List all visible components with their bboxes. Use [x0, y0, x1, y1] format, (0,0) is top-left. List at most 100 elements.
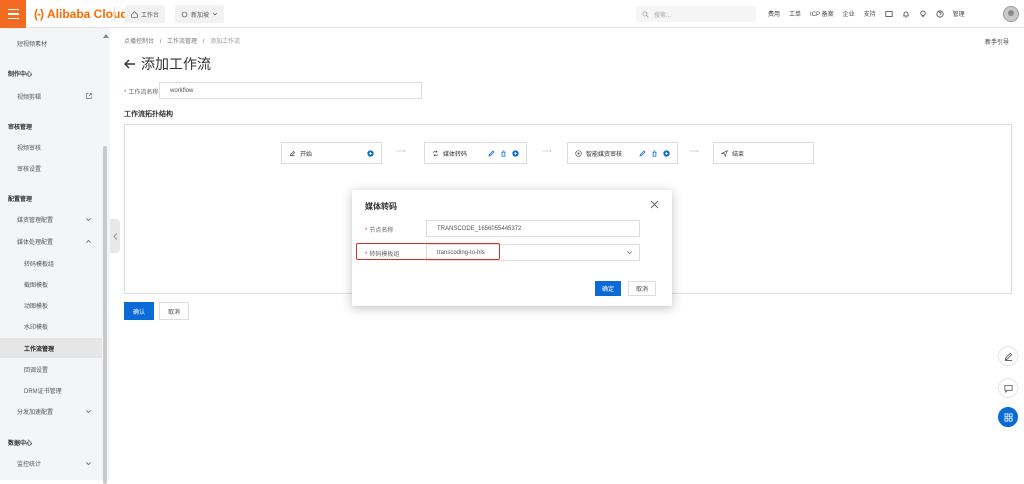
sidebar-item[interactable]: 工作流管理: [0, 338, 102, 358]
bell-icon[interactable]: [902, 10, 910, 18]
sidebar-item-label: 水印模板: [24, 324, 49, 331]
breadcrumb-console[interactable]: 点播控制台: [124, 39, 154, 45]
sidebar-item[interactable]: 回调设置: [0, 359, 102, 379]
sidebar: 短视频素材制作中心视频剪辑审核管理视频审核审核设置配置管理 媒资管理配置媒体处理配…: [0, 28, 110, 484]
sidebar-item-label: DRM证书管理: [24, 388, 62, 395]
logo-mark-icon: (-): [34, 7, 44, 21]
sidebar-item-label: 数据中心: [8, 440, 33, 447]
sidebar-item-label: 监控统计: [17, 461, 42, 468]
workflow-name-label: * 工作流名称: [124, 90, 159, 96]
sidebar-item[interactable]: 水印模板: [0, 316, 102, 336]
sidebar-item[interactable]: 视频剪辑: [0, 86, 102, 106]
beginner-guide-link[interactable]: 新手引导: [985, 37, 1009, 46]
chat-button[interactable]: [998, 378, 1018, 398]
back-arrow-icon[interactable]: [124, 59, 136, 69]
highlight-annotation: [356, 243, 500, 260]
breadcrumb-workflow-management[interactable]: 工作流管理: [167, 39, 197, 45]
node-name-input[interactable]: TRANSCODE_1656055445372: [426, 220, 640, 237]
audit-icon: [575, 149, 582, 157]
add-node-icon[interactable]: [512, 149, 519, 157]
sidebar-item-label: 短视频素材: [17, 41, 48, 48]
chevron-down-icon: [212, 12, 218, 16]
dialog-cancel-button[interactable]: 取消: [628, 281, 656, 296]
sidebar-item[interactable]: 分发加速配置: [0, 401, 102, 421]
sidebar-item-label: 工作流管理: [24, 346, 55, 353]
region-selector[interactable]: 新加坡: [175, 5, 225, 23]
confirm-button[interactable]: 确认: [124, 302, 154, 320]
breadcrumb-current: 添加工作流: [210, 39, 241, 45]
sidebar-item-label: 转码模板组: [24, 261, 55, 268]
billing-link[interactable]: 费用: [768, 9, 780, 18]
sidebar-item[interactable]: 截图模板: [0, 274, 102, 294]
breadcrumb: 点播控制台 / 工作流管理 / 添加工作流: [124, 39, 241, 45]
scroll-up-icon[interactable]: [103, 34, 109, 38]
top-links: 费用 工单 ICP 备案 企业 支持 管理: [768, 9, 965, 18]
topology-title: 工作流拓扑结构: [124, 111, 173, 118]
avatar[interactable]: [1003, 6, 1019, 22]
edit-start-icon: [290, 150, 296, 156]
workbench-button[interactable]: 工作台: [125, 5, 166, 23]
sidebar-item[interactable]: 转码模板组: [0, 253, 102, 273]
dialog-title: 媒体转码: [365, 202, 397, 211]
sidebar-item-label: 审核管理: [8, 124, 33, 131]
help-icon[interactable]: [936, 9, 944, 18]
chevron-left-icon: [112, 232, 117, 240]
node-name-label: * 节点名称: [365, 228, 394, 234]
node-smart-audit[interactable]: 智能媒资审核: [567, 142, 678, 164]
sidebar-item: 数据中心: [0, 432, 102, 452]
edit-icon[interactable]: [639, 150, 646, 157]
chevron-down-icon: [627, 251, 632, 255]
sidebar-item[interactable]: 动图模板: [0, 295, 102, 315]
divider: [114, 7, 115, 21]
sidebar-item-label: 视频审核: [17, 145, 42, 152]
support-link[interactable]: 支持: [864, 9, 876, 18]
search-input[interactable]: 搜索...: [636, 6, 756, 22]
flow-arrow-icon: [542, 150, 552, 152]
location-icon: [181, 11, 188, 17]
edit-icon[interactable]: [488, 150, 495, 157]
sidebar-item[interactable]: 媒资管理配置: [0, 209, 102, 229]
screen-icon[interactable]: [885, 10, 893, 18]
delete-icon[interactable]: [651, 150, 658, 157]
sidebar-item[interactable]: DRM证书管理: [0, 380, 102, 400]
sidebar-item[interactable]: 视频审核: [0, 137, 102, 157]
add-node-icon[interactable]: [367, 149, 374, 157]
sidebar-item[interactable]: 审核设置: [0, 158, 102, 178]
dialog-ok-button[interactable]: 确定: [595, 281, 621, 296]
chevron-down-icon: [86, 409, 91, 413]
sidebar-item[interactable]: 监控统计: [0, 453, 102, 473]
lightbulb-icon[interactable]: [919, 10, 927, 18]
sidebar-item-label: 制作中心: [8, 71, 33, 78]
sidebar-item-label: 媒体处理配置: [17, 239, 54, 246]
sidebar-scrollbar[interactable]: [103, 146, 107, 484]
sidebar-item-label: 动图模板: [24, 303, 49, 310]
close-icon[interactable]: [650, 200, 659, 209]
workflow-name-input[interactable]: workflow: [159, 82, 422, 99]
pencil-icon: [1004, 352, 1012, 361]
menu-icon[interactable]: [0, 0, 26, 28]
cancel-button[interactable]: 取消: [159, 302, 189, 320]
chevron-down-icon: [86, 461, 91, 465]
feedback-button[interactable]: [998, 346, 1018, 366]
sidebar-item[interactable]: 短视频素材: [0, 33, 102, 53]
sidebar-item-label: 视频剪辑: [17, 94, 42, 101]
sidebar-item-label: 分发加速配置: [17, 409, 54, 416]
user-menu-label[interactable]: 管理: [953, 9, 965, 18]
search-icon: [642, 10, 649, 18]
add-node-icon[interactable]: [663, 149, 670, 157]
top-navigation-bar: (-) Alibaba Cloud 工作台 新加坡 搜索... 费用 工单 IC…: [0, 0, 1024, 28]
enterprise-link[interactable]: 企业: [843, 9, 855, 18]
sidebar-item: 配置管理: [0, 188, 102, 208]
ticket-link[interactable]: 工单: [789, 9, 801, 18]
sidebar-collapse-toggle[interactable]: [110, 219, 120, 253]
node-end[interactable]: 结束: [713, 142, 814, 164]
sidebar-item[interactable]: 媒体处理配置: [0, 231, 102, 251]
icp-link[interactable]: ICP 备案: [810, 9, 834, 18]
chevron-up-icon: [86, 239, 91, 243]
node-media-transcode[interactable]: 媒体转码: [424, 142, 527, 164]
delete-icon[interactable]: [500, 150, 507, 157]
sidebar-item: 审核管理: [0, 116, 102, 136]
apps-button[interactable]: [998, 407, 1018, 427]
send-icon: [721, 149, 728, 157]
node-start[interactable]: 开始: [281, 142, 382, 164]
